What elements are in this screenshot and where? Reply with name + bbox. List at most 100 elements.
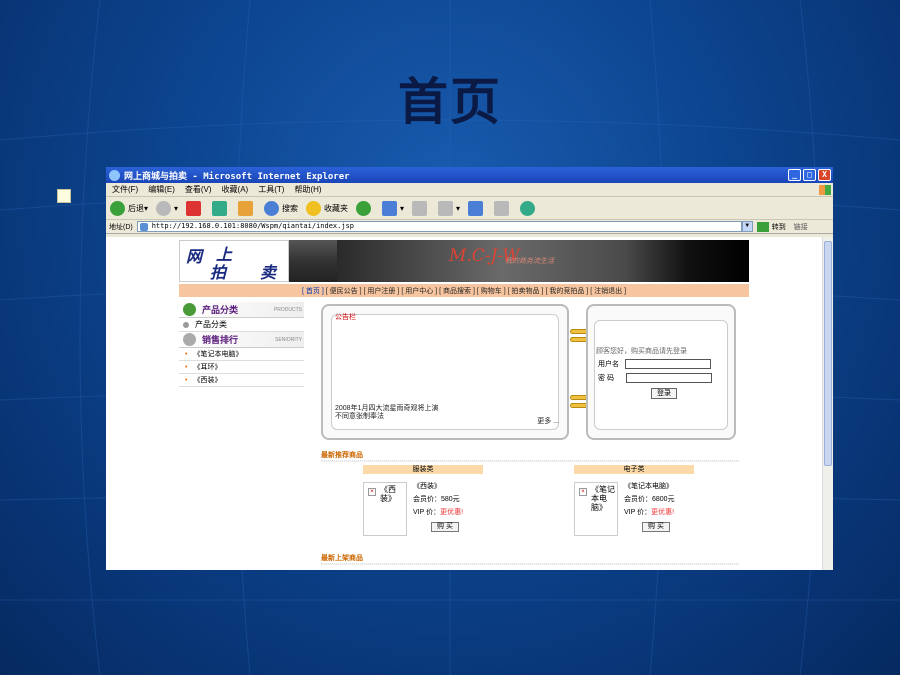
nav-cart[interactable]: [ 购物车 ] bbox=[477, 286, 506, 296]
notice-line[interactable]: 2008年1月四大流星雨奇观将上演 bbox=[335, 405, 485, 413]
back-button[interactable]: 后退 ▾ bbox=[110, 200, 148, 216]
login-button[interactable]: 登录 bbox=[651, 388, 677, 399]
site-banner: M.C-J-W 我的商务流生活 bbox=[337, 240, 749, 282]
menu-bar: 文件(F) 编辑(E) 查看(V) 收藏(A) 工具(T) 帮助(H) bbox=[106, 183, 833, 197]
product-info: 《笔记本电脑》 会员价：6800元 VIP 价：更优惠! bbox=[624, 480, 675, 519]
sidebar-category-head: 产品分类 PRODUCTS bbox=[179, 302, 304, 318]
messenger-button[interactable] bbox=[520, 200, 538, 216]
forward-arrow-icon bbox=[156, 200, 172, 216]
mail-button[interactable]: ▾ bbox=[382, 200, 404, 216]
nav-auction[interactable]: [ 拍卖物品 ] bbox=[508, 286, 544, 296]
password-label: 密 码 bbox=[598, 375, 614, 382]
stop-button[interactable] bbox=[186, 200, 204, 216]
links-button[interactable]: 链接 bbox=[794, 222, 808, 232]
edit-button[interactable]: ▾ bbox=[438, 200, 460, 216]
banner-left bbox=[289, 240, 337, 282]
notice-line[interactable]: 不同意张制奉法 bbox=[335, 413, 485, 421]
category-clothing[interactable]: 服装类 bbox=[363, 465, 483, 474]
notice-board: 公告栏 2008年1月四大流星雨奇观将上演 不同意张制奉法 更多 ... bbox=[321, 304, 569, 440]
browser-window: 网上商城与拍卖 - Microsoft Internet Explorer _ … bbox=[106, 167, 833, 570]
address-label: 地址(D) bbox=[109, 223, 133, 231]
maximize-button[interactable]: □ bbox=[803, 169, 816, 181]
mail-icon bbox=[382, 200, 398, 216]
windows-logo-icon bbox=[819, 184, 831, 195]
buy-button[interactable]: 购 买 bbox=[431, 522, 459, 532]
menu-help[interactable]: 帮助(H) bbox=[294, 184, 321, 195]
recommended-heading: 最新推荐商品 bbox=[321, 450, 739, 462]
address-input[interactable]: http://192.168.0.101:8080/Wspm/qiantai/i… bbox=[136, 221, 742, 232]
menu-file[interactable]: 文件(F) bbox=[112, 184, 138, 195]
member-price: 6800元 bbox=[652, 496, 675, 503]
vip-price: 更优惠! bbox=[651, 509, 675, 516]
home-icon bbox=[238, 200, 254, 216]
nav-search[interactable]: [ 商品搜索 ] bbox=[439, 286, 475, 296]
login-hint: 顾客您好，购买商品请先登录 bbox=[596, 348, 687, 355]
k-icon bbox=[494, 200, 510, 216]
username-label: 用户名 bbox=[598, 361, 619, 368]
notice-text: 2008年1月四大流星雨奇观将上演 不同意张制奉法 bbox=[335, 405, 485, 421]
sidebar: 产品分类 PRODUCTS 产品分类 销售排行 SENIORITY 《笔记本电脑… bbox=[179, 302, 304, 387]
nav-notices[interactable]: [ 便民公告 ] bbox=[326, 286, 362, 296]
go-arrow-icon bbox=[756, 221, 769, 232]
forward-button[interactable]: ▾ bbox=[156, 200, 178, 216]
password-input[interactable] bbox=[625, 373, 712, 383]
rank-item[interactable]: 《笔记本电脑》 bbox=[179, 348, 304, 361]
stop-icon bbox=[186, 200, 202, 216]
menu-favorites[interactable]: 收藏(A) bbox=[222, 184, 249, 195]
vertical-scrollbar[interactable] bbox=[822, 237, 833, 570]
print-button[interactable] bbox=[412, 200, 430, 216]
address-dropdown-icon[interactable]: ▼ bbox=[741, 221, 753, 232]
product-image[interactable]: × 《笔记本电脑》 bbox=[574, 482, 618, 536]
nav-home[interactable]: [ 首页 ] bbox=[302, 286, 324, 296]
minimize-button[interactable]: _ bbox=[788, 169, 801, 181]
username-input[interactable] bbox=[625, 359, 711, 369]
rank-item[interactable]: 《耳环》 bbox=[179, 361, 304, 374]
product-card: × 《笔记本电脑》 《笔记本电脑》 会员价：6800元 VIP 价：更优惠! 购… bbox=[574, 480, 724, 536]
address-bar: 地址(D) http://192.168.0.101:8080/Wspm/qia… bbox=[106, 220, 833, 234]
search-button[interactable]: 搜索 bbox=[264, 200, 298, 216]
print-icon bbox=[412, 200, 428, 216]
category-electronics[interactable]: 电子类 bbox=[574, 465, 694, 474]
nav-my-bids[interactable]: [ 我的竞拍品 ] bbox=[545, 286, 588, 296]
product-info: 《西装》 会员价：580元 VIP 价：更优惠! bbox=[413, 480, 463, 519]
site-header: 网 上 拍 卖 M.C-J-W 我的商务流生活 bbox=[179, 240, 749, 282]
nav-register[interactable]: [ 用户注册 ] bbox=[364, 286, 400, 296]
scrollbar-thumb[interactable] bbox=[824, 241, 832, 466]
refresh-button[interactable] bbox=[212, 200, 230, 216]
menu-edit[interactable]: 编辑(E) bbox=[148, 184, 175, 195]
refresh-icon bbox=[212, 200, 228, 216]
go-button[interactable]: 转到 bbox=[756, 221, 786, 232]
product-name[interactable]: 《笔记本电脑》 bbox=[624, 480, 675, 493]
favorites-button[interactable]: 收藏夹 bbox=[306, 200, 348, 216]
member-price: 580元 bbox=[441, 496, 460, 503]
home-button[interactable] bbox=[238, 200, 256, 216]
ie-icon bbox=[109, 169, 120, 181]
broken-image-icon: × bbox=[579, 488, 587, 496]
close-button[interactable]: X bbox=[818, 169, 831, 181]
window-titlebar: 网上商城与拍卖 - Microsoft Internet Explorer _ … bbox=[106, 167, 833, 183]
discuss-button[interactable] bbox=[468, 200, 486, 216]
product-image[interactable]: × 《西装》 bbox=[363, 482, 407, 536]
menu-view[interactable]: 查看(V) bbox=[185, 184, 212, 195]
history-button[interactable] bbox=[356, 200, 374, 216]
search-icon bbox=[264, 200, 280, 216]
k-button[interactable] bbox=[494, 200, 512, 216]
window-title: 网上商城与拍卖 - Microsoft Internet Explorer bbox=[124, 171, 350, 182]
site-logo[interactable]: 网 上 拍 卖 bbox=[179, 240, 289, 282]
site-container: 网 上 拍 卖 M.C-J-W 我的商务流生活 [ 首页 ] [ 便民公告 ] … bbox=[179, 240, 749, 387]
rank-item[interactable]: 《西装》 bbox=[179, 374, 304, 387]
buy-button[interactable]: 购 买 bbox=[642, 522, 670, 532]
password-row: 密 码 bbox=[598, 373, 712, 383]
latest-heading: 最新上架商品 bbox=[321, 553, 739, 565]
rank-icon bbox=[183, 333, 196, 346]
sidebar-category-item[interactable]: 产品分类 bbox=[179, 318, 304, 332]
category-icon bbox=[183, 303, 196, 316]
banner-slogan: 我的商务流生活 bbox=[505, 257, 554, 265]
browser-toolbar: 后退 ▾ ▾ 搜索 收藏夹 ▾ ▾ bbox=[106, 197, 833, 220]
nav-logout[interactable]: [ 注销退出 ] bbox=[590, 286, 626, 296]
nav-user-center[interactable]: [ 用户中心 ] bbox=[401, 286, 437, 296]
notice-more-link[interactable]: 更多 ... bbox=[537, 416, 559, 426]
menu-tools[interactable]: 工具(T) bbox=[258, 184, 284, 195]
product-name[interactable]: 《西装》 bbox=[413, 480, 463, 493]
edit-icon bbox=[438, 200, 454, 216]
